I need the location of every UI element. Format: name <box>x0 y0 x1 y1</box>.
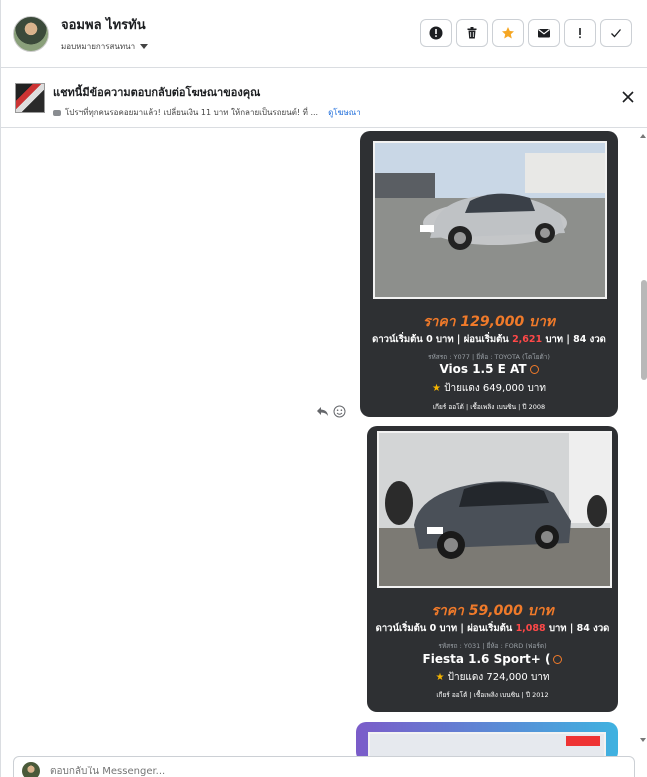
contact-name[interactable]: จอมพล ไทรทัน <box>61 14 148 35</box>
reply-input[interactable] <box>50 765 350 777</box>
new-price-row: ★ ป้ายแดง 724,000 บาท <box>367 670 618 685</box>
message-composer <box>13 756 635 777</box>
mark-important-button[interactable] <box>564 19 596 47</box>
ad-banner-title: แชทนี้มีข้อความตอบกลับต่อโฆษณาของคุณ <box>53 86 261 99</box>
messenger-conversation: จอมพล ไทรทัน มอบหมายการสนทนา แชทนี้มีข้อ… <box>0 0 647 777</box>
installment-amount: 1,088 <box>515 623 546 634</box>
car-specs: เกียร์ ออโต้ | เชื้อเพลิง เบนซิน | ปี 20… <box>432 403 546 411</box>
star-button[interactable] <box>492 19 524 47</box>
ad-reply-banner: แชทนี้มีข้อความตอบกลับต่อโฆษณาของคุณ โปร… <box>1 69 647 128</box>
delete-button[interactable] <box>456 19 488 47</box>
terms-prefix: ดาวน์เริ่มต้น 0 บาท | ผ่อนเริ่มต้น <box>372 334 509 345</box>
page-avatar <box>22 762 40 777</box>
price-label: ราคา 129,000 บาท <box>422 314 556 330</box>
car-model: Fiesta 1.6 Sport+ ( <box>367 652 618 666</box>
finance-terms: ดาวน์เริ่มต้น 0 บาท | ผ่อนเริ่มต้น 2,621… <box>360 332 618 347</box>
check-icon <box>611 29 621 38</box>
terms-suffix: บาท | 84 งวด <box>548 623 610 634</box>
scroll-up-icon[interactable] <box>640 134 646 138</box>
contact-info: จอมพล ไทรทัน มอบหมายการสนทนา <box>61 14 149 53</box>
price-label: ราคา 59,000 บาท <box>431 603 554 619</box>
chevron-down-icon <box>140 44 149 49</box>
car-model-text: Fiesta 1.6 Sport+ ( <box>422 652 551 666</box>
new-price-row: ★ ป้ายแดง 649,000 บาท <box>360 381 618 396</box>
car-ad-card[interactable]: ราคา 129,000 บาท ดาวน์เริ่มต้น 0 บาท | ผ… <box>360 131 618 417</box>
ad-preview-text: โปรฯที่ทุกคนรอคอยมาแล้ว! เปลี่ยนเงิน 11 … <box>65 108 319 117</box>
assign-label: มอบหมายการสนทนา <box>61 42 136 51</box>
exclamation-icon <box>579 28 581 39</box>
mark-done-button[interactable] <box>600 19 632 47</box>
new-price: ป้ายแดง 724,000 บาท <box>447 672 550 683</box>
car-icon <box>53 109 61 116</box>
car-photo[interactable] <box>373 141 607 299</box>
scrollbar-thumb[interactable] <box>641 280 647 380</box>
reply-icon[interactable] <box>316 405 329 418</box>
new-price: ป้ายแดง 649,000 บาท <box>444 383 547 394</box>
ad-banner-preview-row: โปรฯที่ทุกคนรอคอยมาแล้ว! เปลี่ยนเงิน 11 … <box>53 106 361 119</box>
car-ad-card[interactable]: ราคา 59,000 บาท ดาวน์เริ่มต้น 0 บาท | ผ่… <box>367 426 618 712</box>
star-icon <box>502 27 514 39</box>
report-icon <box>429 26 443 40</box>
mail-button[interactable] <box>528 19 560 47</box>
verified-check-icon <box>553 655 563 664</box>
avatar[interactable] <box>13 15 49 52</box>
terms-suffix: บาท | 84 งวด <box>545 334 606 345</box>
view-ad-link[interactable]: ดูโฆษณา <box>328 106 361 119</box>
close-icon[interactable] <box>621 90 635 104</box>
message-actions <box>316 405 346 418</box>
star-icon: ★ <box>431 383 441 394</box>
scroll-down-icon[interactable] <box>640 738 646 742</box>
emoji-icon[interactable] <box>333 405 346 418</box>
finance-terms: ดาวน์เริ่มต้น 0 บาท | ผ่อนเริ่มต้น 1,088… <box>367 621 618 636</box>
header-actions <box>420 19 632 47</box>
scrollbar[interactable] <box>639 128 647 750</box>
car-photo-image <box>379 433 610 586</box>
terms-prefix: ดาวน์เริ่มต้น 0 บาท | ผ่อนเริ่มต้น <box>375 623 513 634</box>
car-model: Vios 1.5 E AT <box>360 362 618 376</box>
conversation-header: จอมพล ไทรทัน มอบหมายการสนทนา <box>1 0 647 68</box>
car-photo-image <box>375 143 605 297</box>
installment-amount: 2,621 <box>512 334 543 345</box>
car-specs: เกียร์ ออโต้ | เชื้อเพลิง เบนซิน | ปี 20… <box>436 691 549 699</box>
trash-icon <box>467 27 477 39</box>
ad-thumbnail <box>15 83 45 113</box>
verified-check-icon <box>529 365 539 374</box>
star-icon: ★ <box>435 672 445 683</box>
car-meta: รหัสรถ : Y031 | ยี่ห้อ : FORD (ฟอร์ด) <box>438 642 547 650</box>
ad-text: แชทนี้มีข้อความตอบกลับต่อโฆษณาของคุณ โปร… <box>53 83 361 127</box>
mail-icon <box>538 29 550 38</box>
car-model-text: Vios 1.5 E AT <box>439 362 527 376</box>
car-photo[interactable] <box>377 431 612 588</box>
promo-badge <box>566 736 600 746</box>
car-meta: รหัสรถ : Y077 | ยี่ห้อ : TOYOTA (โตโยต้า… <box>428 353 550 361</box>
assign-conversation-dropdown[interactable]: มอบหมายการสนทนา <box>61 40 149 53</box>
report-button[interactable] <box>420 19 452 47</box>
